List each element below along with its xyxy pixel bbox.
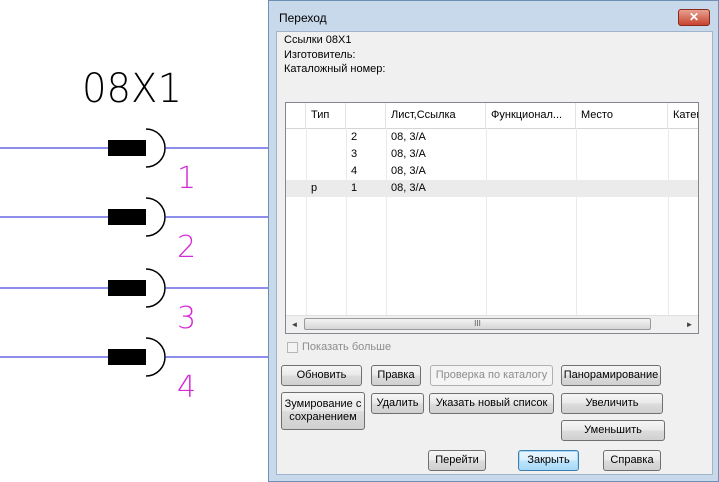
col-header-category[interactable]: Катег bbox=[668, 103, 698, 128]
cell-number: 2 bbox=[351, 131, 358, 143]
table-header: Тип Лист,Ссылка Функционал... Место Кате… bbox=[286, 103, 698, 129]
table-row-selected[interactable]: p 1 08, 3/A bbox=[286, 180, 698, 197]
col-header-sheet-ref[interactable]: Лист,Ссылка bbox=[386, 103, 486, 128]
cell-number: 1 bbox=[351, 182, 358, 194]
cell-sheet-ref: 08, 3/A bbox=[391, 165, 426, 177]
table-row[interactable]: 4 08, 3/A bbox=[286, 163, 698, 180]
pin-body bbox=[108, 140, 146, 156]
cell-sheet-ref: 08, 3/A bbox=[391, 131, 426, 143]
pin-socket bbox=[145, 268, 166, 308]
close-icon[interactable]: ✕ bbox=[678, 9, 710, 26]
col-header-number[interactable] bbox=[346, 103, 386, 128]
col-header-location[interactable]: Место bbox=[576, 103, 668, 128]
zoom-keep-line-1: Зумирование с bbox=[284, 398, 362, 410]
dialog-body: Ссылки 08X1 Изготовитель: Каталожный ном… bbox=[276, 31, 713, 475]
cell-type: p bbox=[311, 182, 318, 194]
cell-number: 3 bbox=[351, 148, 358, 160]
cell-sheet-ref: 08, 3/A bbox=[391, 182, 426, 194]
panning-button[interactable]: Панорамирование bbox=[561, 365, 661, 386]
cell-sheet-ref: 08, 3/A bbox=[391, 148, 426, 160]
pin-number: 3 bbox=[177, 301, 196, 336]
scrollbar-thumb[interactable]: III bbox=[304, 318, 651, 330]
cell-type bbox=[306, 129, 346, 146]
pin-socket bbox=[145, 197, 166, 237]
zoom-keep-line-2: сохранением bbox=[289, 411, 357, 423]
pin-body bbox=[108, 209, 146, 225]
cell-type bbox=[306, 146, 346, 163]
cell-type bbox=[306, 163, 346, 180]
pin-socket bbox=[145, 128, 166, 168]
check-catalog-button[interactable]: Проверка по каталогу bbox=[430, 365, 553, 386]
horizontal-scrollbar[interactable]: ◄ III ► bbox=[286, 315, 698, 333]
go-button[interactable]: Перейти bbox=[428, 450, 486, 471]
new-list-button[interactable]: Указать новый список bbox=[429, 393, 554, 414]
schematic-drawing: 08X1 1 2 3 4 bbox=[0, 66, 268, 405]
col-header-function[interactable]: Функционал... bbox=[486, 103, 576, 128]
col-header-blank[interactable] bbox=[286, 103, 306, 128]
pin-number: 2 bbox=[177, 230, 196, 265]
pin-body bbox=[108, 280, 146, 296]
pin-number: 4 bbox=[177, 370, 196, 405]
links-table[interactable]: Тип Лист,Ссылка Функционал... Место Кате… bbox=[285, 102, 699, 334]
manufacturer-label: Изготовитель: bbox=[284, 49, 356, 61]
show-more-checkbox[interactable]: Показать больше bbox=[287, 341, 391, 353]
dialog-titlebar[interactable]: Переход ✕ bbox=[269, 1, 718, 31]
dialog-title: Переход bbox=[279, 11, 327, 25]
transition-dialog: Переход ✕ Ссылки 08X1 Изготовитель: Ката… bbox=[268, 0, 719, 482]
table-row[interactable]: 2 08, 3/A bbox=[286, 129, 698, 146]
links-label: Ссылки 08X1 bbox=[284, 34, 352, 46]
cell-number: 4 bbox=[351, 165, 358, 177]
zoom-in-button[interactable]: Увеличить bbox=[561, 393, 663, 414]
delete-button[interactable]: Удалить bbox=[371, 393, 424, 414]
table-row[interactable]: 3 08, 3/A bbox=[286, 146, 698, 163]
help-button[interactable]: Справка bbox=[603, 450, 661, 471]
zoom-keep-button[interactable]: Зумирование с сохранением bbox=[281, 392, 365, 430]
right-arrow-icon[interactable]: ► bbox=[681, 316, 698, 333]
catalog-number-label: Каталожный номер: bbox=[284, 63, 386, 75]
close-button[interactable]: Закрыть bbox=[518, 450, 579, 471]
refresh-button[interactable]: Обновить bbox=[281, 365, 362, 386]
left-arrow-icon[interactable]: ◄ bbox=[286, 316, 303, 333]
show-more-label: Показать больше bbox=[302, 341, 392, 353]
pin-body bbox=[108, 349, 146, 365]
pin-socket bbox=[145, 337, 166, 377]
col-header-type[interactable]: Тип bbox=[306, 103, 346, 128]
pin-number: 1 bbox=[177, 161, 196, 196]
connector-label: 08X1 bbox=[82, 66, 182, 112]
edit-button[interactable]: Правка bbox=[371, 365, 421, 386]
zoom-out-button[interactable]: Уменьшить bbox=[561, 420, 665, 441]
checkbox-box[interactable] bbox=[287, 341, 298, 353]
